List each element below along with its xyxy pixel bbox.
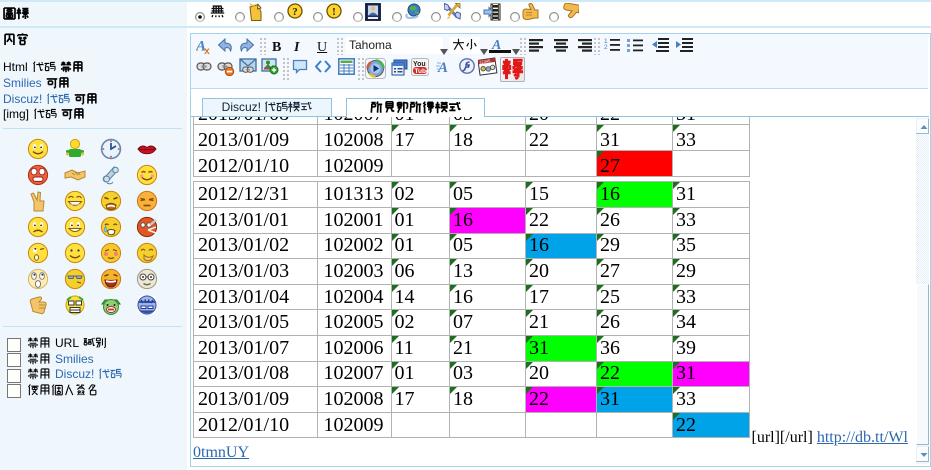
- svg-text:Tube: Tube: [415, 68, 430, 75]
- svg-text:2: 2: [604, 44, 608, 51]
- svg-text:x: x: [204, 45, 210, 54]
- svg-text:!: !: [332, 6, 336, 18]
- svg-text:?: ?: [292, 6, 298, 18]
- svg-text:A: A: [437, 60, 448, 74]
